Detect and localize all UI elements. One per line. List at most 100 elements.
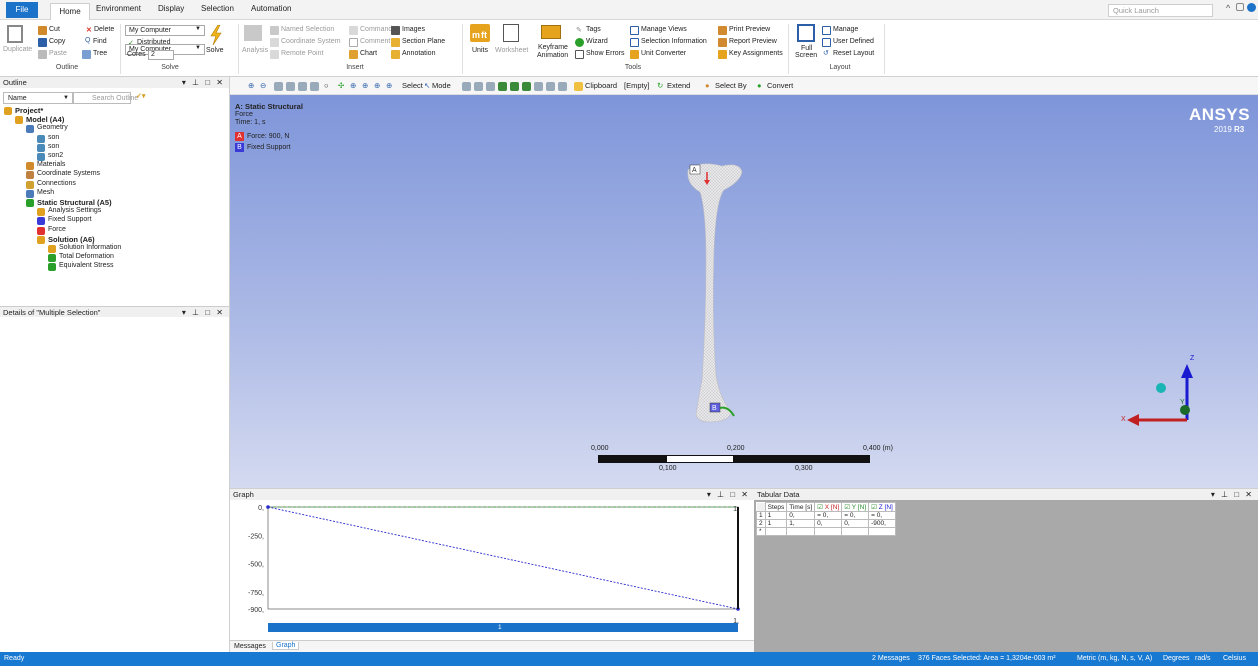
tree-item[interactable]: Coordinate Systems [0,170,229,180]
annotation-button[interactable]: Annotation [402,50,435,57]
view-icon[interactable] [310,82,319,91]
manage-button[interactable]: Manage [833,26,858,33]
select-vertex-icon[interactable] [462,82,471,91]
reset-layout-button[interactable]: Reset Layout [833,50,874,57]
tags-button[interactable]: Tags [586,26,601,33]
tree-item[interactable]: Equivalent Stress [0,262,229,272]
worksheet-button[interactable]: Worksheet [495,47,528,54]
tree-item[interactable]: Model (A4) [0,115,229,125]
rotate-icon[interactable]: ○ [324,81,329,90]
tree-item[interactable]: Connections [0,180,229,189]
tree-item[interactable]: Static Structural (A5) [0,198,229,207]
minimize-ribbon-icon[interactable]: ^ [1226,3,1230,13]
tree-item[interactable]: Solution (A6) [0,235,229,244]
check-icon[interactable]: ☑ [871,504,877,511]
column-header[interactable]: ☑ Z [N] [868,502,896,512]
tree-item[interactable]: son [0,143,229,152]
distributed-checkbox[interactable]: Distributed [137,39,170,46]
images-button[interactable]: Images [402,26,425,33]
tab-environment[interactable]: Environment [96,4,141,13]
tree-item[interactable]: Analysis Settings [0,207,229,217]
units-icon[interactable]: m ft [470,24,490,42]
panel-controls-icon[interactable]: ▾ ⊥ □ ✕ [1211,489,1254,500]
convert-button[interactable]: Convert [767,81,793,90]
select-body-icon[interactable] [498,82,507,91]
keyframe-label[interactable]: Keyframe [538,44,568,51]
animation-label[interactable]: Animation [537,52,568,59]
select-by-button[interactable]: Select By [715,81,747,90]
screen-label[interactable]: Screen [795,52,817,59]
quick-launch-input[interactable]: Quick Launch [1108,4,1213,17]
wizard-button[interactable]: Wizard [586,38,608,45]
duplicate-icon[interactable] [7,25,23,43]
delete-button[interactable]: Delete [94,26,114,33]
force-chart[interactable]: 0,-250,-500,-750,-900,1,1, [230,501,754,625]
zoom-out-icon[interactable]: ⊖ [260,81,266,90]
zoom-next-icon[interactable]: ⊕ [386,81,392,90]
named-selection-button[interactable]: Named Selection [281,26,334,33]
panel-controls-icon[interactable]: ▾ ⊥ □ ✕ [707,489,750,500]
cut-button[interactable]: Cut [49,26,60,33]
extend-button[interactable]: Extend [667,81,690,90]
solve-button[interactable]: Solve [206,47,224,54]
table-row[interactable]: 2 1 1, 0, 0, -900, [756,519,896,528]
find-button[interactable]: Find [93,38,107,45]
status-messages[interactable]: 2 Messages [872,655,910,662]
tab-automation[interactable]: Automation [251,4,291,13]
coordinate-system-button[interactable]: Coordinate System [281,38,341,45]
select-mesh-icon[interactable] [558,82,567,91]
status-units[interactable]: Metric (m, kg, N, s, V, A) [1077,655,1152,662]
timeline-bar[interactable]: 1 [268,623,738,632]
status-degrees[interactable]: Degrees [1163,655,1189,662]
clipboard-button[interactable]: Clipboard [585,81,617,90]
select-edge-icon[interactable] [474,82,483,91]
analysis-icon[interactable] [244,25,262,41]
tab-graph[interactable]: Graph [272,642,300,650]
tree-item[interactable]: Force [0,226,229,235]
table-row-new[interactable]: * [756,527,896,536]
worksheet-icon[interactable] [503,24,519,42]
status-rads[interactable]: rad/s [1195,655,1211,662]
user-defined-button[interactable]: User Defined [833,38,874,45]
zoom-icon[interactable]: ⊕ [248,81,254,90]
cores-input[interactable]: 2 [148,50,174,60]
tab-messages[interactable]: Messages [234,643,266,650]
zoom-box-icon[interactable]: ⊕ [362,81,368,90]
tree-button[interactable]: Tree [93,50,107,57]
unit-converter-button[interactable]: Unit Converter [641,50,686,57]
my-computer-select[interactable]: My Computer ▼ [125,25,205,36]
panel-controls-icon[interactable]: ▾ ⊥ □ ✕ [182,77,225,88]
view-icon[interactable] [298,82,307,91]
manage-views-button[interactable]: Manage Views [641,26,687,33]
tab-selection[interactable]: Selection [201,4,234,13]
select-elem-icon[interactable] [546,82,555,91]
mode-button[interactable]: Mode [432,81,451,90]
show-errors-button[interactable]: Show Errors [586,50,625,57]
report-preview-button[interactable]: Report Preview [729,38,777,45]
pan-icon[interactable]: ✣ [338,81,344,90]
chart-button[interactable]: Chart [360,50,377,57]
column-header[interactable]: ☑ Y [N] [841,502,870,512]
tree-item[interactable]: son2 [0,152,229,161]
comment-button[interactable]: Comment [360,38,390,45]
file-tab[interactable]: File [6,2,38,18]
analysis-button[interactable]: Analysis [242,47,268,54]
tree-item[interactable]: Geometry [0,124,229,134]
paste-button[interactable]: Paste [49,50,67,57]
table-row[interactable]: 1 1 0, = 0, = 0, = 0, [756,511,896,520]
print-preview-button[interactable]: Print Preview [729,26,770,33]
search-outline-input[interactable]: Search Outline [73,92,138,104]
zoom-prev-icon[interactable]: ⊕ [374,81,380,90]
filter-options-icon[interactable]: ✓▾ [136,92,145,100]
tab-home[interactable]: Home [50,3,90,20]
distributed-check-icon[interactable]: ✓ [128,39,134,47]
tab-display[interactable]: Display [158,4,184,13]
solve-icon[interactable] [209,24,223,46]
tabular-table[interactable]: Steps Time [s] ☑ X [N] ☑ Y [N] ☑ Z [N] 1… [756,502,896,536]
full-label[interactable]: Full [801,45,812,52]
duplicate-button[interactable]: Duplicate [3,46,32,53]
tree-item[interactable]: Mesh [0,189,229,198]
view-icon[interactable] [286,82,295,91]
outline-filter-select[interactable]: Name ▼ [3,92,73,104]
bone-model[interactable]: A B [670,160,760,430]
